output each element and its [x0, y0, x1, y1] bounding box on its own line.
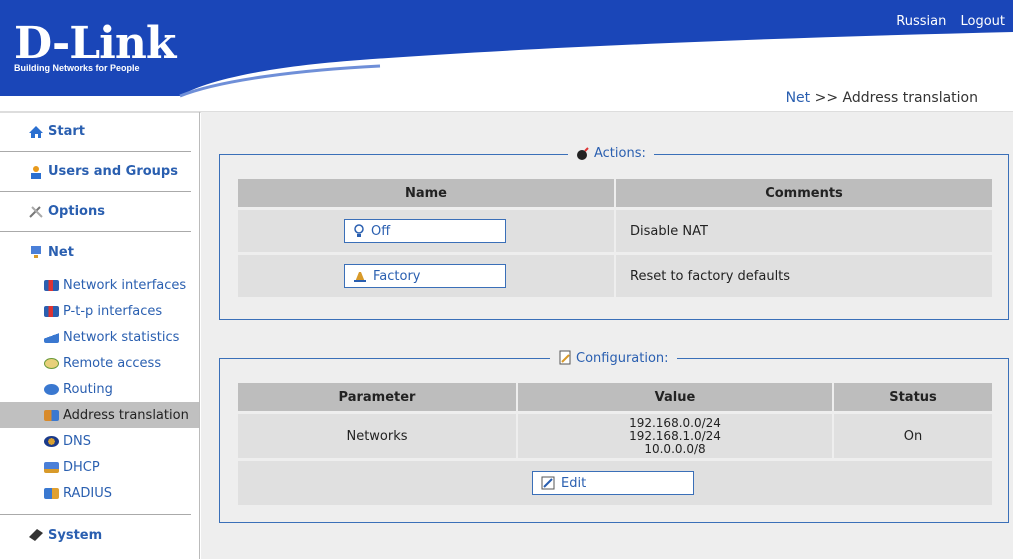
column-header-name: Name: [238, 179, 614, 207]
configuration-legend: Configuration:: [550, 350, 677, 366]
sidebar-item-label: Routing: [63, 381, 113, 397]
table-row: Edit: [238, 461, 992, 505]
comment-cell: Reset to factory defaults: [616, 255, 992, 297]
actions-fieldset: Actions: Name Comments Off Disable NAT F…: [219, 146, 1009, 320]
actions-legend: Actions:: [568, 146, 654, 161]
sidebar-item-label: DNS: [63, 433, 91, 449]
column-header-value: Value: [518, 383, 832, 411]
home-icon: [28, 125, 44, 139]
remote-access-icon: [44, 357, 59, 369]
header: D-Link Building Networks for People Russ…: [0, 0, 1013, 115]
dlink-logo[interactable]: D-Link: [14, 22, 176, 66]
routing-icon: [44, 383, 59, 395]
off-button-label: Off: [371, 223, 391, 239]
options-icon: [28, 205, 44, 219]
factory-button-label: Factory: [373, 268, 421, 284]
sidebar-item-label: System: [48, 527, 103, 543]
edit-button-label: Edit: [561, 475, 587, 491]
sidebar-item-network-statistics[interactable]: Network statistics: [0, 324, 199, 350]
sidebar-item-network-interfaces[interactable]: Network interfaces: [0, 272, 199, 298]
breadcrumb-separator: >>: [810, 90, 843, 106]
sidebar-item-label: Options: [48, 204, 105, 219]
actions-legend-label: Actions:: [594, 146, 646, 161]
sidebar-item-label: Remote access: [63, 355, 162, 371]
sidebar-item-routing[interactable]: Routing: [0, 376, 199, 402]
off-button[interactable]: Off: [344, 219, 506, 243]
sidebar-item-label: Net: [48, 244, 74, 260]
breadcrumb: Net >> Address translation: [786, 90, 978, 106]
bomb-icon: [576, 146, 590, 161]
value-cell: 192.168.0.0/24 192.168.1.0/24 10.0.0.0/8: [518, 414, 832, 458]
table-row: Off Disable NAT: [238, 210, 992, 252]
factory-button[interactable]: Factory: [344, 264, 506, 288]
network-value: 192.168.1.0/24: [629, 428, 721, 443]
sidebar-item-users-and-groups[interactable]: Users and Groups: [0, 152, 191, 192]
sidebar-item-label: RADIUS: [63, 485, 113, 501]
logout-link[interactable]: Logout: [960, 14, 1005, 29]
comment-cell: Disable NAT: [616, 210, 992, 252]
radius-icon: [44, 487, 59, 499]
sidebar-item-label: Address translation: [63, 407, 189, 423]
configuration-legend-label: Configuration:: [576, 350, 669, 366]
breadcrumb-current: Address translation: [842, 90, 978, 106]
russian-link[interactable]: Russian: [896, 14, 946, 29]
logo-tagline: Building Networks for People: [14, 63, 140, 73]
net-icon: [28, 245, 44, 259]
column-header-parameter: Parameter: [238, 383, 516, 411]
top-links: Russian Logout: [886, 14, 1005, 29]
sidebar: Start Users and Groups Options Net Netwo…: [0, 112, 200, 559]
dhcp-icon: [44, 461, 59, 473]
dns-icon: [44, 435, 59, 447]
statistics-icon: [44, 331, 59, 343]
sidebar-item-address-translation[interactable]: Address translation: [0, 402, 199, 428]
network-value: 10.0.0.0/8: [644, 441, 706, 456]
network-value: 192.168.0.0/24: [629, 415, 721, 430]
sidebar-item-net[interactable]: Net: [0, 232, 191, 272]
sidebar-item-ptp-interfaces[interactable]: P-t-p interfaces: [0, 298, 199, 324]
column-header-comments: Comments: [616, 179, 992, 207]
table-row: Networks 192.168.0.0/24 192.168.1.0/24 1…: [238, 414, 992, 458]
address-translation-icon: [44, 409, 59, 421]
configuration-table: Parameter Value Status Networks 192.168.…: [236, 383, 994, 505]
sidebar-item-label: Users and Groups: [48, 164, 178, 179]
sidebar-item-label: DHCP: [63, 459, 100, 475]
sidebar-item-remote-access[interactable]: Remote access: [0, 350, 199, 376]
network-card-icon: [44, 279, 59, 291]
sidebar-item-dns[interactable]: DNS: [0, 428, 199, 454]
sidebar-item-start[interactable]: Start: [0, 112, 191, 152]
parameter-cell: Networks: [238, 414, 516, 458]
breadcrumb-net-link[interactable]: Net: [786, 90, 811, 106]
table-row: Factory Reset to factory defaults: [238, 255, 992, 297]
sidebar-item-dhcp[interactable]: DHCP: [0, 454, 199, 480]
sidebar-item-radius[interactable]: RADIUS: [0, 480, 199, 506]
status-cell: On: [834, 414, 992, 458]
main-content: Actions: Name Comments Off Disable NAT F…: [201, 112, 1013, 559]
column-header-status: Status: [834, 383, 992, 411]
users-icon: [28, 165, 44, 179]
sidebar-item-system[interactable]: System: [0, 515, 191, 555]
actions-table: Name Comments Off Disable NAT Factory Re…: [236, 179, 994, 297]
sidebar-item-label: Start: [48, 124, 85, 139]
sidebar-item-options[interactable]: Options: [0, 192, 191, 232]
factory-icon: [353, 269, 367, 283]
edit-button[interactable]: Edit: [532, 471, 694, 495]
configuration-icon: [558, 350, 572, 366]
edit-icon: [541, 476, 555, 490]
sidebar-item-label: P-t-p interfaces: [63, 303, 163, 319]
ptp-card-icon: [44, 305, 59, 317]
system-icon: [28, 528, 44, 542]
configuration-fieldset: Configuration: Parameter Value Status Ne…: [219, 350, 1009, 523]
sidebar-item-label: Network interfaces: [63, 277, 187, 293]
bulb-icon: [353, 224, 365, 238]
sidebar-item-label: Network statistics: [63, 329, 180, 345]
